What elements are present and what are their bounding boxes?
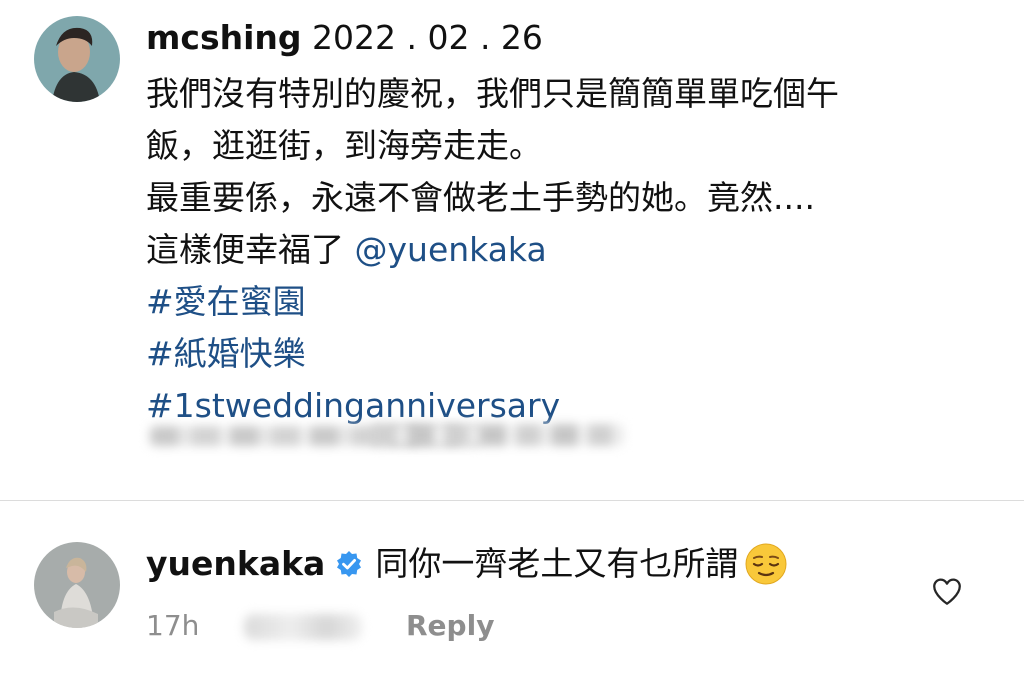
caption-line-1: 我們沒有特別的慶祝，我們只是簡簡單單吃個午 (146, 74, 839, 113)
comment-author-photo (34, 542, 120, 628)
comment-text: 同你一齊老土又有乜所謂 (375, 544, 739, 583)
relieved-face-emoji-icon (744, 542, 788, 586)
post-username[interactable]: mcshing (146, 18, 302, 57)
comment-line: yuenkaka 同你一齊老土又有乜所謂 (146, 540, 788, 588)
caption-line-4-text: 這樣便幸福了 (146, 230, 344, 269)
post-caption: 我們沒有特別的慶祝，我們只是簡簡單單吃個午 飯，逛逛街，到海旁走走。 最重要係，… (146, 68, 1006, 432)
post-author-photo (34, 16, 120, 102)
comment-timestamp: 17h (146, 609, 200, 642)
post-date: 2022 . 02 . 26 (312, 18, 543, 57)
like-heart-icon[interactable] (930, 574, 964, 608)
mention-link[interactable]: @yuenkaka (355, 230, 547, 269)
blurred-text (372, 424, 624, 446)
post-header: mcshing 2022 . 02 . 26 (146, 16, 543, 60)
comment-author-avatar[interactable] (34, 542, 120, 628)
reply-button[interactable]: Reply (406, 606, 494, 646)
hashtag-link[interactable]: #愛在蜜園 (146, 276, 1006, 328)
caption-line-2: 飯，逛逛街，到海旁走走。 (146, 126, 542, 165)
caption-line-4: 這樣便幸福了 @yuenkaka (146, 224, 1006, 276)
hashtag-link[interactable]: #紙婚快樂 (146, 328, 1006, 380)
divider (0, 500, 1024, 501)
caption-line-3: 最重要係，永遠不會做老土手勢的她。竟然.... (146, 178, 815, 217)
blurred-like-count (244, 614, 362, 640)
post-author-avatar[interactable] (34, 16, 120, 102)
comment-username[interactable]: yuenkaka (146, 540, 325, 588)
verified-badge-icon (335, 550, 363, 578)
